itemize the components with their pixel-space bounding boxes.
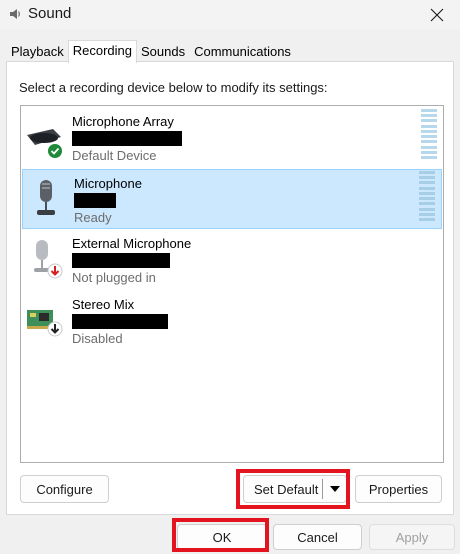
set-default-label: Set Default [254,481,319,497]
set-default-split-button[interactable]: Set Default [243,475,347,503]
device-status: Ready [74,210,112,225]
device-name: Stereo Mix [72,297,135,312]
redaction-bar [74,193,116,208]
title-bar: Sound [0,0,460,30]
tab-communications[interactable]: Communications [189,41,296,62]
stereo-mix-icon [27,310,63,337]
ok-button[interactable]: OK [177,524,267,550]
tab-playback[interactable]: Playback [6,41,69,62]
close-button[interactable] [414,0,460,30]
chevron-down-icon [329,486,340,492]
device-status: Default Device [72,148,157,163]
microphone-array-icon [27,129,62,158]
window-title: Sound [28,5,72,22]
tab-strip: Playback Recording Sounds Communications [6,40,296,63]
external-microphone-icon [34,240,63,279]
device-status: Disabled [72,331,123,346]
device-name: External Microphone [72,236,192,251]
device-item-external-microphone[interactable]: External Microphone Not plugged in [21,230,443,290]
redaction-bar [72,253,170,268]
device-item-microphone[interactable]: Microphone Ready [22,169,442,229]
recording-panel: Select a recording device below to modif… [6,61,454,515]
tab-sounds[interactable]: Sounds [136,41,190,62]
level-meter [421,109,437,159]
instruction-text: Select a recording device below to modif… [19,80,328,95]
apply-button[interactable]: Apply [369,524,455,550]
device-name: Microphone Array [72,114,174,129]
redaction-bar [72,314,168,329]
tab-recording[interactable]: Recording [67,40,138,63]
microphone-icon [37,180,55,215]
device-item-stereo-mix[interactable]: Stereo Mix Disabled [21,291,443,351]
device-list[interactable]: Microphone Array Default Device Micropho… [20,105,444,463]
cancel-button[interactable]: Cancel [273,524,362,550]
set-default-dropdown-arrow[interactable] [323,476,346,502]
properties-button[interactable]: Properties [355,475,442,503]
close-icon [430,8,444,22]
device-name: Microphone [74,176,142,191]
speaker-icon [10,9,20,19]
default-check-icon [48,144,62,158]
redaction-bar [72,131,182,146]
level-meter [419,171,435,221]
device-status: Not plugged in [72,270,156,285]
configure-button[interactable]: Configure [20,475,109,503]
device-item-microphone-array[interactable]: Microphone Array Default Device [21,108,443,168]
